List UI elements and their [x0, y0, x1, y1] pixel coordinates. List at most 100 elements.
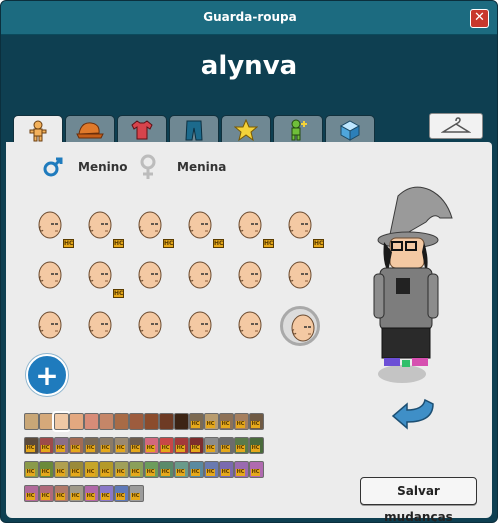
color-swatch[interactable]	[144, 437, 159, 454]
head-option[interactable]	[230, 256, 270, 296]
head-icon	[288, 211, 312, 239]
color-swatch[interactable]	[204, 461, 219, 478]
color-swatch[interactable]	[249, 437, 264, 454]
color-swatch[interactable]	[174, 461, 189, 478]
tab-effects[interactable]	[273, 115, 323, 143]
hc-badge-icon: HC	[263, 239, 274, 248]
color-swatch[interactable]	[249, 413, 264, 430]
color-swatch[interactable]	[174, 437, 189, 454]
head-option[interactable]	[30, 256, 70, 296]
gender-male-label: Menino	[78, 160, 128, 174]
color-swatch[interactable]	[159, 437, 174, 454]
color-swatch[interactable]	[204, 413, 219, 430]
color-swatch[interactable]	[84, 485, 99, 502]
color-swatch[interactable]	[84, 413, 99, 430]
color-swatch[interactable]	[159, 461, 174, 478]
head-option[interactable]	[180, 306, 220, 346]
color-swatch[interactable]	[69, 485, 84, 502]
color-swatch[interactable]	[249, 461, 264, 478]
head-option[interactable]	[230, 306, 270, 346]
head-icon	[38, 261, 62, 289]
head-icon	[288, 261, 312, 289]
head-option[interactable]	[80, 306, 120, 346]
tab-accessories[interactable]	[221, 115, 271, 143]
hc-badge-icon: HC	[113, 239, 124, 248]
head-option[interactable]	[30, 306, 70, 346]
color-swatch[interactable]	[54, 437, 69, 454]
tab-hats[interactable]	[65, 115, 115, 143]
color-swatch[interactable]	[99, 461, 114, 478]
color-swatch[interactable]	[219, 413, 234, 430]
color-swatch[interactable]	[174, 413, 189, 430]
title-bar[interactable]: Guarda-roupa ✕	[1, 1, 497, 35]
color-swatch[interactable]	[84, 437, 99, 454]
color-swatch[interactable]	[204, 437, 219, 454]
close-button[interactable]: ✕	[470, 9, 489, 28]
tab-body[interactable]	[13, 115, 63, 145]
color-swatch[interactable]	[24, 461, 39, 478]
head-option[interactable]: HC	[80, 206, 124, 248]
color-swatch[interactable]	[129, 413, 144, 430]
tab-pants[interactable]	[169, 115, 219, 143]
color-swatch[interactable]	[129, 485, 144, 502]
body-icon	[29, 120, 47, 141]
wardrobe-saved-looks-button[interactable]	[429, 113, 483, 139]
gender-male-option[interactable]: Menino	[42, 156, 128, 178]
head-option[interactable]	[180, 256, 220, 296]
color-swatch[interactable]	[114, 485, 129, 502]
color-swatch[interactable]	[39, 437, 54, 454]
head-option[interactable]: HC	[180, 206, 224, 248]
head-option[interactable]	[280, 306, 320, 346]
color-swatch[interactable]	[159, 413, 174, 430]
color-swatch[interactable]	[219, 461, 234, 478]
color-swatch[interactable]	[39, 413, 54, 430]
head-option[interactable]	[130, 306, 170, 346]
color-swatch[interactable]	[189, 437, 204, 454]
color-swatch[interactable]	[54, 461, 69, 478]
color-swatch[interactable]	[99, 437, 114, 454]
color-swatch[interactable]	[234, 413, 249, 430]
add-effect-icon	[291, 119, 307, 140]
rotate-arrow-icon	[391, 398, 434, 430]
color-swatch[interactable]	[219, 437, 234, 454]
color-swatch[interactable]	[24, 437, 39, 454]
gender-female-option[interactable]: Menina	[137, 153, 226, 181]
head-option[interactable]: HC	[80, 256, 124, 298]
female-icon	[140, 154, 156, 179]
color-swatch[interactable]	[39, 461, 54, 478]
add-more-button[interactable]: +	[26, 354, 68, 396]
color-swatch[interactable]	[114, 461, 129, 478]
color-swatch[interactable]	[189, 461, 204, 478]
color-swatch[interactable]	[129, 461, 144, 478]
head-option[interactable]: HC	[30, 206, 74, 248]
color-swatch[interactable]	[69, 413, 84, 430]
head-option[interactable]: HC	[130, 206, 174, 248]
head-option[interactable]: HC	[230, 206, 274, 248]
head-option[interactable]: HC	[280, 206, 324, 248]
color-swatch[interactable]	[189, 413, 204, 430]
color-swatch[interactable]	[99, 413, 114, 430]
save-changes-button[interactable]: Salvar mudanças	[360, 477, 477, 522]
color-swatch[interactable]	[99, 485, 114, 502]
color-swatch[interactable]	[114, 413, 129, 430]
color-swatch[interactable]	[39, 485, 54, 502]
color-swatch[interactable]	[84, 461, 99, 478]
color-swatch[interactable]	[144, 413, 159, 430]
color-swatch[interactable]	[24, 485, 39, 502]
rotate-avatar-button[interactable]	[391, 394, 437, 430]
color-swatch[interactable]	[234, 437, 249, 454]
color-swatch[interactable]	[129, 437, 144, 454]
color-swatch[interactable]	[52, 411, 71, 432]
color-swatch[interactable]	[144, 461, 159, 478]
color-swatch[interactable]	[24, 413, 39, 430]
head-option[interactable]	[130, 256, 170, 296]
head-option[interactable]	[280, 256, 320, 296]
head-icon	[138, 211, 162, 239]
color-swatch[interactable]	[234, 461, 249, 478]
tab-furni[interactable]	[325, 115, 375, 143]
tab-shirts[interactable]	[117, 115, 167, 143]
color-swatch[interactable]	[69, 461, 84, 478]
color-swatch[interactable]	[54, 485, 69, 502]
color-swatch[interactable]	[69, 437, 84, 454]
color-swatch[interactable]	[114, 437, 129, 454]
